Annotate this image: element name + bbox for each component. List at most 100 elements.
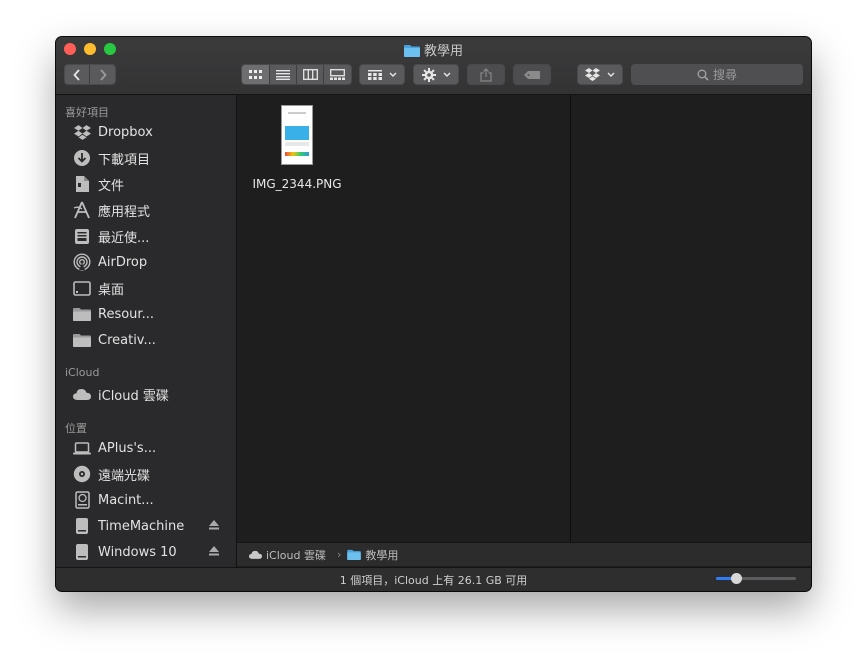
sidebar-item-label: AirDrop [98, 254, 148, 270]
disc-icon [73, 465, 91, 483]
view-mode-selector [241, 64, 352, 85]
cloud-icon [73, 385, 91, 403]
airdrop-icon [73, 253, 91, 271]
sidebar-section-locations: 位置 [65, 422, 87, 435]
sidebar-item-label: 應用程式 [98, 204, 151, 220]
dropbox-menu-button[interactable] [577, 64, 623, 85]
window-title: 教學用 [56, 40, 811, 59]
external-drive-icon [73, 543, 91, 561]
columns-icon [302, 69, 318, 80]
sidebar-item-timemachine[interactable]: TimeMachine [73, 515, 233, 537]
sidebar-item-creative[interactable]: Creativ... [73, 329, 233, 351]
navigation-buttons [64, 64, 116, 85]
sidebar-item-downloads[interactable]: 下載項目 [73, 147, 233, 169]
icon-view-button[interactable] [242, 65, 270, 84]
sidebar-item-label: Dropbox [98, 124, 153, 140]
group-grid-icon [367, 69, 382, 80]
sidebar-item-remote-disc[interactable]: 遠端光碟 [73, 463, 233, 485]
folder-icon [347, 549, 362, 560]
sidebar-item-resources[interactable]: Resour... [73, 303, 233, 325]
sidebar-item-windows-10[interactable]: Windows 10 [73, 541, 233, 563]
sidebar-item-label: 最近使... [98, 230, 150, 246]
sidebar-item-label: 桌面 [98, 282, 125, 298]
window-title-text: 教學用 [423, 44, 463, 59]
desktop-icon [73, 279, 91, 297]
sidebar: 喜好項目 Dropbox 下載項目 文件 應用程式 最近使... AirDrop… [56, 95, 237, 567]
sidebar-section-favorites: 喜好項目 [65, 106, 109, 119]
folder-icon [73, 305, 91, 323]
list-icon [276, 69, 290, 80]
sidebar-item-documents[interactable]: 文件 [73, 173, 233, 195]
status-text: 1 個項目，iCloud 上有 26.1 GB 可用 [339, 574, 528, 587]
slider-knob[interactable] [731, 573, 742, 584]
path-item-icloud-drive[interactable]: iCloud 雲碟 [249, 547, 326, 563]
chevron-left-icon [73, 68, 80, 81]
chevron-right-icon [99, 68, 107, 81]
sidebar-item-dropbox[interactable]: Dropbox [73, 121, 233, 143]
file-column[interactable]: IMG_2344.PNG [237, 95, 571, 542]
gallery-view-button[interactable] [324, 65, 351, 84]
cloud-icon [249, 550, 262, 559]
path-item-folder[interactable]: 教學用 [347, 547, 398, 563]
folder-icon [403, 45, 420, 57]
download-icon [73, 149, 91, 167]
finder-window: 教學用 搜尋 喜好項目 Dropbox 下載項目 文件 應用程式 最近使... … [56, 37, 811, 591]
dropbox-icon [73, 123, 91, 141]
tag-icon [524, 70, 540, 79]
column-view-button[interactable] [297, 65, 324, 84]
recents-icon [73, 227, 91, 245]
search-field[interactable]: 搜尋 [631, 64, 803, 85]
preview-column[interactable] [571, 95, 811, 542]
applications-icon [73, 201, 91, 219]
icon-size-slider[interactable] [716, 573, 796, 584]
sidebar-item-label: 下載項目 [98, 152, 151, 168]
eject-icon[interactable] [209, 519, 219, 534]
file-thumbnail [281, 105, 313, 165]
sidebar-item-label: Resour... [98, 306, 154, 322]
path-bar: iCloud 雲碟 › 教學用 [237, 542, 811, 566]
folder-icon [73, 331, 91, 349]
back-button[interactable] [65, 65, 90, 84]
share-button[interactable] [467, 64, 505, 85]
sidebar-item-label: 遠端光碟 [98, 468, 151, 484]
path-separator-icon: › [336, 548, 342, 561]
group-by-button[interactable] [359, 64, 405, 85]
file-name: IMG_2344.PNG [252, 177, 342, 191]
sidebar-item-label: TimeMachine [98, 518, 185, 534]
grid-icon [249, 70, 262, 79]
laptop-icon [73, 439, 91, 457]
sidebar-item-macbook[interactable]: APlus's... [73, 437, 233, 459]
sidebar-item-label: Macint... [98, 492, 154, 508]
tag-button[interactable] [513, 64, 551, 85]
sidebar-item-applications[interactable]: 應用程式 [73, 199, 233, 221]
sidebar-item-macintosh-hd[interactable]: Macint... [73, 489, 233, 511]
list-view-button[interactable] [270, 65, 297, 84]
external-drive-icon [73, 517, 91, 535]
sidebar-item-icloud-drive[interactable]: iCloud 雲碟 [73, 383, 233, 405]
sidebar-item-airdrop[interactable]: AirDrop [73, 251, 233, 273]
chevron-down-icon [389, 72, 396, 77]
gallery-icon [330, 69, 345, 80]
search-icon [697, 69, 709, 81]
sidebar-item-label: iCloud 雲碟 [98, 388, 169, 404]
hard-drive-icon [73, 491, 91, 509]
titlebar: 教學用 搜尋 [56, 37, 811, 95]
chevron-down-icon [443, 72, 450, 77]
file-item[interactable]: IMG_2344.PNG [252, 105, 342, 191]
forward-button[interactable] [90, 65, 115, 84]
sidebar-item-desktop[interactable]: 桌面 [73, 277, 233, 299]
gear-icon [421, 67, 436, 82]
sidebar-item-label: Creativ... [98, 332, 156, 348]
sidebar-item-label: 文件 [98, 178, 125, 194]
sidebar-section-icloud: iCloud [65, 366, 100, 379]
eject-icon[interactable] [209, 545, 219, 560]
action-menu-button[interactable] [413, 64, 459, 85]
dropbox-icon [585, 68, 600, 81]
chevron-down-icon [607, 72, 615, 77]
status-bar: 1 個項目，iCloud 上有 26.1 GB 可用 [56, 567, 811, 591]
sidebar-item-recents[interactable]: 最近使... [73, 225, 233, 247]
document-icon [73, 175, 91, 193]
sidebar-item-label: Windows 10 [98, 544, 177, 560]
path-item-label: iCloud 雲碟 [266, 548, 326, 562]
sidebar-item-label: APlus's... [98, 440, 157, 456]
